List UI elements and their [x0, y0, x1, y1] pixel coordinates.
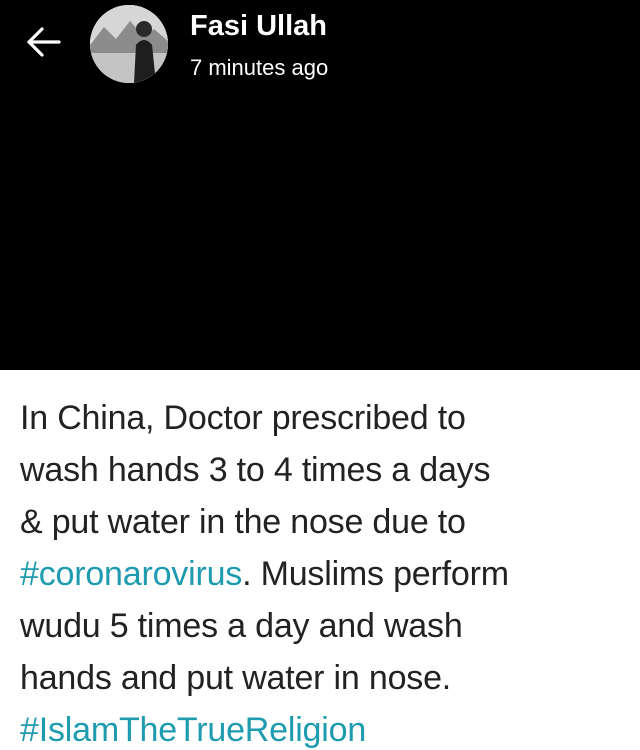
story-image-area: Fasi Ullah 7 minutes ago [0, 0, 640, 370]
post-text: In China, Doctor prescribed to wash hand… [20, 392, 630, 750]
profile-photo [90, 5, 168, 83]
post-text-line: In China, Doctor prescribed to [20, 399, 466, 437]
post-timestamp: 7 minutes ago [190, 55, 329, 80]
post-text-line: . Muslims perform [242, 555, 509, 593]
post-text-line: & put water in the nose due to [20, 503, 466, 541]
avatar[interactable] [90, 5, 168, 83]
post-header: Fasi Ullah 7 minutes ago [0, 0, 640, 100]
post-screen: Fasi Ullah 7 minutes ago In China, Docto… [0, 0, 640, 750]
post-text-line: wash hands 3 to 4 times a days [20, 451, 491, 489]
author-name[interactable]: Fasi Ullah [190, 10, 327, 43]
post-text-line: wudu 5 times a day and wash [20, 607, 463, 645]
hashtag-link-islam[interactable]: #IslamTheTrueReligion [20, 711, 366, 749]
post-body: In China, Doctor prescribed to wash hand… [0, 370, 640, 750]
post-text-line: hands and put water in nose. [20, 659, 452, 697]
hashtag-link-coronarovirus[interactable]: #coronarovirus [20, 555, 242, 593]
arrow-left-icon [27, 27, 61, 57]
back-button[interactable] [22, 22, 66, 62]
